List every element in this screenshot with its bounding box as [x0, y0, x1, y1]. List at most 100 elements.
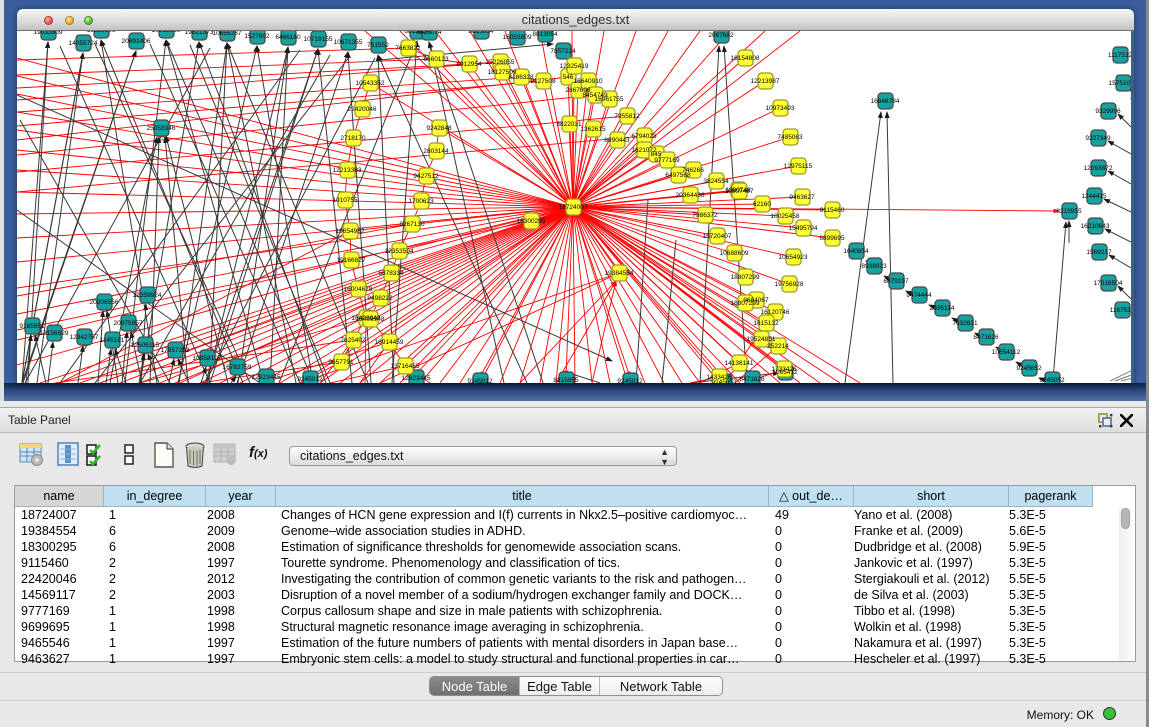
- svg-text:1700623: 1700623: [408, 198, 434, 205]
- svg-text:19821373: 19821373: [185, 31, 214, 36]
- svg-text:10813059: 10813059: [152, 31, 181, 34]
- svg-text:8912954: 8912954: [456, 61, 482, 68]
- svg-text:2087682: 2087682: [708, 32, 734, 39]
- svg-text:9115460: 9115460: [820, 207, 845, 214]
- svg-text:10719155: 10719155: [304, 36, 333, 43]
- svg-text:12093872: 12093872: [1084, 165, 1113, 172]
- svg-text:3824554: 3824554: [703, 178, 729, 185]
- svg-text:16004678: 16004678: [344, 286, 373, 293]
- svg-text:10654112: 10654112: [992, 349, 1021, 356]
- svg-text:9498222: 9498222: [367, 295, 393, 302]
- svg-text:6794028: 6794028: [631, 133, 657, 140]
- svg-text:1527602: 1527602: [244, 33, 270, 40]
- svg-text:9227349: 9227349: [1085, 135, 1111, 142]
- svg-text:8813054: 8813054: [468, 31, 494, 35]
- svg-text:16409948: 16409948: [356, 316, 385, 323]
- svg-text:10688609: 10688609: [720, 250, 749, 257]
- svg-text:16961755: 16961755: [595, 96, 624, 103]
- svg-text:22420046: 22420046: [348, 106, 377, 113]
- svg-text:6899695: 6899695: [819, 235, 845, 242]
- svg-text:17957253: 17957253: [161, 347, 190, 354]
- svg-text:546: 546: [563, 74, 574, 81]
- svg-text:9127508: 9127508: [530, 78, 556, 85]
- svg-text:9245052: 9245052: [1039, 377, 1065, 383]
- svg-text:13716465: 13716465: [391, 363, 420, 370]
- svg-text:19384554: 19384554: [605, 270, 634, 277]
- svg-text:9185951: 9185951: [19, 323, 45, 330]
- svg-text:7625402: 7625402: [340, 337, 366, 344]
- svg-text:7663822: 7663822: [395, 45, 421, 52]
- svg-text:6466160: 6466160: [275, 34, 301, 41]
- svg-text:9242848: 9242848: [426, 125, 452, 132]
- svg-text:16648784: 16648784: [871, 98, 900, 105]
- svg-text:20364436: 20364436: [676, 192, 705, 199]
- svg-text:7986372: 7986372: [692, 212, 718, 219]
- svg-text:1362615: 1362615: [580, 126, 606, 133]
- svg-text:12213987: 12213987: [751, 78, 780, 85]
- svg-text:1010755: 1010755: [332, 197, 358, 204]
- svg-text:10973493: 10973493: [766, 105, 795, 112]
- svg-text:5878334: 5878334: [378, 270, 404, 277]
- svg-text:7955812: 7955812: [614, 113, 640, 120]
- svg-text:9245012: 9245012: [617, 378, 643, 383]
- svg-text:2718170: 2718170: [340, 135, 366, 142]
- svg-text:12213383: 12213383: [333, 167, 362, 174]
- svg-text:8660123: 8660123: [423, 56, 449, 63]
- svg-text:15495794: 15495794: [789, 225, 818, 232]
- svg-text:16120746: 16120746: [761, 309, 790, 316]
- svg-text:8215955: 8215955: [553, 377, 579, 383]
- svg-text:10025458: 10025458: [771, 213, 800, 220]
- svg-text:12325419: 12325419: [560, 63, 589, 70]
- svg-text:2935114: 2935114: [930, 305, 955, 312]
- svg-text:8267130: 8267130: [399, 221, 425, 228]
- svg-text:16782759: 16782759: [223, 364, 252, 371]
- svg-text:18300295: 18300295: [517, 218, 546, 225]
- svg-text:2803144: 2803144: [423, 148, 449, 155]
- svg-text:14055724: 14055724: [69, 40, 98, 47]
- svg-text:6879197: 6879197: [883, 278, 909, 285]
- svg-text:12505115: 12505115: [131, 342, 160, 349]
- svg-text:7632621: 7632621: [952, 320, 978, 327]
- svg-text:16914459: 16914459: [375, 339, 404, 346]
- svg-text:3822031: 3822031: [556, 121, 582, 128]
- svg-text:8813054: 8813054: [532, 31, 558, 38]
- svg-text:10958107: 10958107: [193, 355, 222, 362]
- svg-text:16210643: 16210643: [1081, 223, 1110, 230]
- svg-text:9657791: 9657791: [328, 359, 354, 366]
- svg-text:12823445: 12823445: [402, 375, 431, 382]
- svg-text:19524851: 19524851: [747, 336, 776, 343]
- svg-text:18807299: 18807299: [731, 300, 760, 307]
- svg-text:9427512: 9427512: [413, 173, 439, 180]
- svg-text:9245012: 9245012: [297, 376, 323, 383]
- svg-text:19828306: 19828306: [87, 31, 116, 34]
- svg-text:19166827: 19166827: [337, 257, 366, 264]
- svg-text:19654982: 19654982: [336, 228, 365, 235]
- svg-text:7857224: 7857224: [550, 48, 576, 55]
- svg-text:16154808: 16154808: [731, 55, 760, 62]
- svg-text:15751074: 15751074: [1109, 80, 1131, 87]
- svg-text:20975857: 20975857: [114, 320, 143, 327]
- svg-text:10654923: 10654923: [779, 254, 808, 261]
- svg-text:16053809: 16053809: [503, 34, 532, 41]
- svg-text:8938923: 8938923: [861, 263, 887, 270]
- svg-text:18724007: 18724007: [559, 204, 588, 211]
- svg-text:12975115: 12975115: [784, 163, 813, 170]
- svg-text:1167533: 1167533: [1110, 307, 1131, 314]
- svg-text:12353594: 12353594: [385, 248, 414, 255]
- svg-text:9329996: 9329996: [1095, 108, 1121, 115]
- svg-text:8215955: 8215955: [1056, 208, 1082, 215]
- svg-text:10655287: 10655287: [213, 31, 242, 37]
- svg-text:10607487: 10607487: [725, 188, 754, 195]
- svg-text:8471626: 8471626: [739, 376, 765, 383]
- svg-text:20691406: 20691406: [122, 38, 151, 45]
- svg-text:12359924: 12359924: [133, 292, 162, 299]
- svg-text:7485063: 7485063: [777, 134, 803, 141]
- svg-text:1640954: 1640954: [843, 248, 869, 255]
- svg-text:20206556: 20206556: [90, 299, 119, 306]
- svg-text:19756928: 19756928: [775, 281, 804, 288]
- svg-text:9463627: 9463627: [789, 194, 815, 201]
- svg-text:14136141: 14136141: [725, 360, 754, 367]
- svg-text:18807299: 18807299: [731, 274, 760, 281]
- svg-text:8613074: 8613074: [416, 31, 442, 36]
- svg-text:9474444: 9474444: [906, 292, 932, 299]
